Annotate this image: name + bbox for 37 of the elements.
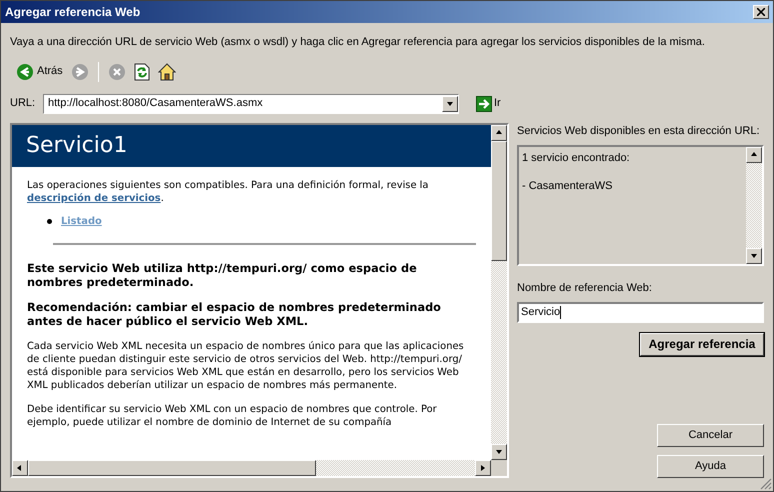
scroll-down-button[interactable] <box>746 248 762 264</box>
go-arrow-icon <box>476 96 492 112</box>
body-paragraph: Cada servicio Web XML necesita un espacio de nombres único para que las aplicaciones de cliente puedan distinguir este servicio de otros servicios del Web. http://tempuri.org/ está disponible para servicios Web XML que están en desarrollo, pero los servicios Web XML publicados deberían utilizar un espacio de nombres más permanente. <box>27 340 465 392</box>
scroll-thumb[interactable] <box>28 460 316 476</box>
help-button[interactable]: Ayuda <box>657 455 764 478</box>
back-button[interactable]: Atrás <box>15 62 64 80</box>
reference-name-field[interactable]: Servicio <box>517 302 764 322</box>
scroll-up-button[interactable] <box>746 147 762 163</box>
add-reference-button[interactable]: Agregar referencia <box>640 332 764 356</box>
services-label: Servicios Web disponibles en esta dirección URL: <box>517 124 761 138</box>
close-icon <box>757 8 765 16</box>
horizontal-scrollbar[interactable] <box>12 460 491 476</box>
intro-paragraph: Las operaciones siguientes son compatibles. Para una definición formal, revise la descripción de servicios. <box>27 178 430 204</box>
scroll-thumb[interactable] <box>491 140 507 260</box>
service-line: - CasamenteraWS <box>522 178 614 194</box>
close-button[interactable] <box>753 5 769 19</box>
dropdown-button[interactable] <box>442 96 458 112</box>
notice-text: Este servicio Web utiliza http://tempuri.org/ como espacio de nombres predeterminado. <box>27 262 418 290</box>
resize-grip-icon <box>760 478 772 490</box>
url-combo-box[interactable]: http://localhost:8080/CasamenteraWS.asmx <box>43 94 459 114</box>
service-line: 1 servicio encontrado: <box>522 151 631 166</box>
service-description-link[interactable]: descripción de servicios <box>27 192 161 204</box>
scroll-up-button[interactable] <box>491 124 507 140</box>
url-label: URL: <box>10 96 36 112</box>
body-paragraph: Debe identificar su servicio Web XML con un espacio de nombres que controle. Por ejemplo, puede utilizar el nombre de dominio de Internet de su compañía <box>27 402 438 428</box>
vertical-scrollbar[interactable] <box>491 124 507 460</box>
reference-name-label: Nombre de referencia Web: <box>517 281 653 296</box>
go-button[interactable]: Ir <box>476 95 501 112</box>
scroll-down-button[interactable] <box>491 444 507 460</box>
page-heading: Servicio1 <box>26 132 128 158</box>
scroll-left-button[interactable] <box>12 460 28 476</box>
window-title: Agregar referencia Web <box>5 4 140 21</box>
scroll-right-button[interactable] <box>475 460 491 476</box>
bullet-icon <box>47 218 52 224</box>
cancel-button[interactable]: Cancelar <box>657 424 764 447</box>
recommendation-text: Recomendación: cambiar el espacio de nombres predeterminado antes de hacer público el servicio Web XML. <box>27 300 442 328</box>
instruction-text: Vaya a una dirección URL de servicio Web (asmx o wsdl) y haga clic en Agregar referencia para agregar los servicios disponibles de la misma. <box>10 35 706 50</box>
